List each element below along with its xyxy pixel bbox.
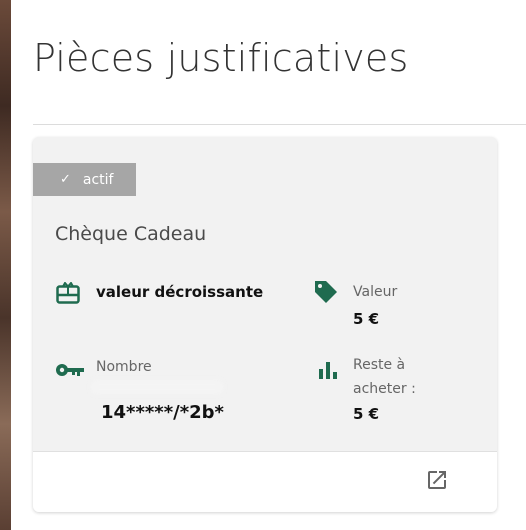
voucher-card: ✓ actif Chèque Cadeau valeur décroissant…: [33, 137, 497, 512]
bar-chart-icon: [319, 362, 337, 379]
voucher-number: 14*****/*2b*: [101, 402, 224, 423]
open-in-new-icon[interactable]: [425, 468, 449, 492]
remaining-amount: 5 €: [353, 405, 380, 423]
value-label: Valeur: [353, 284, 398, 300]
status-label: actif: [82, 171, 114, 188]
tag-icon: [315, 281, 337, 303]
card-footer: [33, 451, 497, 512]
page-title: Pièces justificatives: [33, 36, 409, 80]
background-photo-strip: [0, 0, 11, 530]
value-amount: 5 €: [353, 310, 380, 328]
remaining-label-line2: acheter :: [353, 381, 416, 397]
status-badge: ✓ actif: [33, 163, 136, 196]
redacted-area: [91, 380, 223, 394]
voucher-type: valeur décroissante: [96, 283, 264, 301]
number-label: Nombre: [96, 359, 152, 375]
key-icon: [56, 364, 84, 376]
gift-card-icon: [56, 282, 80, 304]
remaining-label-line1: Reste à: [353, 357, 406, 373]
divider: [33, 124, 526, 125]
card-title: Chèque Cadeau: [55, 223, 207, 245]
check-icon: ✓: [60, 172, 71, 187]
